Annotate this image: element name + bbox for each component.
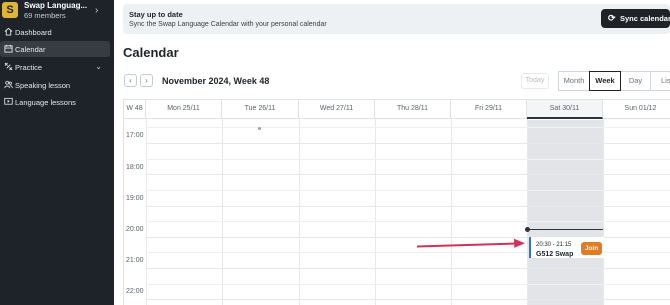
grid-divider [375,119,376,305]
day-header[interactable]: Thu 28/11 [375,100,451,119]
grid-half-hour-line [146,159,670,160]
calendar-icon [4,44,13,53]
view-list-button[interactable]: Lis [650,71,670,91]
sidebar-item-label: Dashboard [15,27,52,37]
page-title: Calendar [123,45,179,60]
marker-dot [258,127,261,130]
org-switcher[interactable]: S Swap Languag... 69 members › [0,0,114,24]
grid-half-hour-line [146,190,670,191]
sidebar-item-calendar[interactable]: Calendar [0,41,110,57]
sidebar-item-speaking-lesson[interactable]: Speaking lesson [0,77,110,93]
video-icon [4,97,13,105]
sidebar: S Swap Languag... 69 members › Dashboard… [0,0,114,305]
time-label: 17:00 [126,132,144,139]
banner-subtitle: Sync the Swap Language Calendar with you… [129,21,327,28]
day-header[interactable]: Tue 26/11 [222,100,299,119]
grid-hour-line [146,143,670,144]
time-label: 21:00 [126,257,144,264]
sidebar-item-label: Speaking lesson [15,80,71,90]
range-title: November 2024, Week 48 [162,76,270,86]
sync-calendar-button[interactable]: ⟳ Sync calendar [601,9,670,28]
view-day-button[interactable]: Day [620,71,651,91]
grid-divider [527,119,528,305]
banner-title: Stay up to date [129,10,183,19]
grid-divider [603,119,604,305]
grid-half-hour-line [146,284,670,285]
event-time: 20:30 - 21:15 [536,242,572,248]
org-name: Swap Languag... [24,1,88,10]
view-month-button[interactable]: Month [558,71,590,91]
chevron-right-icon: › [95,5,99,16]
day-header[interactable]: Fri 29/11 [451,100,527,119]
sync-banner: Stay up to date Sync the Swap Language C… [123,4,670,34]
current-time-line [527,229,603,230]
time-label: 19:00 [126,195,144,202]
grid-hour-line [146,299,670,300]
sidebar-item-dashboard[interactable]: Dashboard [0,24,110,40]
sync-calendar-label: Sync calendar [620,14,670,23]
grid-divider [451,119,452,305]
time-label: 18:00 [126,164,144,171]
next-week-button[interactable]: › [140,74,153,87]
day-header-today[interactable]: Sat 30/11 [527,100,603,119]
join-button[interactable]: Join [581,242,602,255]
sidebar-item-practice[interactable]: Practice ⌄ [0,59,110,75]
sidebar-item-language-lessons[interactable]: Language lessons [0,94,110,110]
day-header[interactable]: Wed 27/11 [299,100,375,119]
grid-half-hour-line [146,127,670,128]
sync-icon: ⟳ [608,13,616,23]
org-avatar: S [2,2,18,18]
sidebar-item-label: Calendar [15,44,46,54]
sidebar-item-label: Practice [15,62,43,72]
grid-hour-line [146,206,670,207]
grid-divider [146,119,147,305]
practice-icon [4,62,13,71]
grid-divider [299,119,300,305]
view-week-button[interactable]: Week [589,71,621,91]
grid-half-hour-line [146,221,670,222]
today-column-highlight [527,120,603,305]
people-icon [4,80,13,89]
org-members-count: 69 members [24,11,66,20]
event-title: G512 Swap [536,251,574,258]
sidebar-item-label: Language lessons [15,97,76,107]
grid-hour-line [146,174,670,175]
today-button[interactable]: Today [521,73,549,89]
calendar-grid: W 48 Mon 25/11 Tue 26/11 Wed 27/11 Thu 2… [123,99,670,305]
time-label: 22:00 [126,288,144,295]
time-label: 20:00 [126,226,144,233]
home-icon [4,27,13,36]
grid-hour-line [146,268,670,269]
day-header[interactable]: Mon 25/11 [146,100,222,119]
week-number: W 48 [124,100,146,119]
day-header[interactable]: Sun 01/12 [603,100,670,119]
prev-week-button[interactable]: ‹ [124,74,137,87]
chevron-down-icon: ⌄ [95,62,102,71]
current-time-dot [525,227,530,232]
grid-divider [222,119,223,305]
